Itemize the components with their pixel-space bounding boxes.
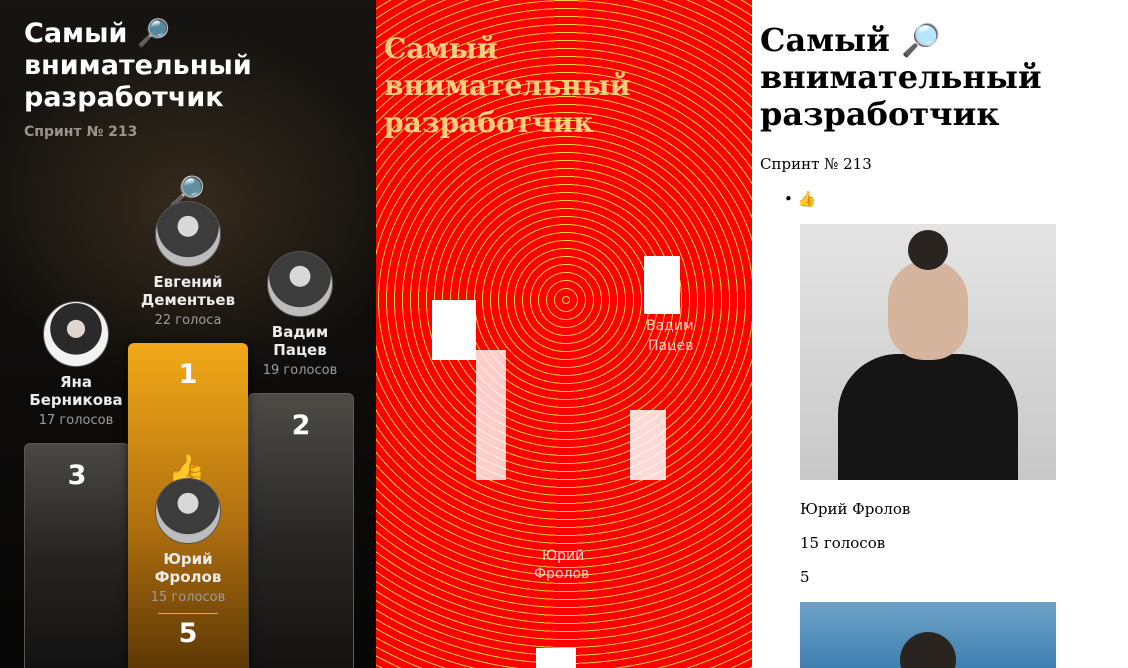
diff-region	[476, 350, 506, 480]
diff-title-line: разработчик	[384, 106, 594, 139]
current-user-votes: 15 голосов	[150, 590, 226, 605]
photo-hair	[900, 632, 956, 668]
diff-panel: Самый внимательный разработчик Вадим Пац…	[376, 0, 752, 668]
doc-user-rank: 5	[800, 568, 810, 586]
diff-ghost-text: Пацев	[648, 338, 694, 354]
doc-subtitle: Спринт № 213	[760, 155, 872, 173]
diff-region	[630, 410, 666, 480]
winner-name: Вадим Пацев	[271, 323, 329, 359]
avatar	[155, 478, 221, 544]
diff-ghost-text: Юрий	[542, 548, 585, 564]
winner-1[interactable]: Евгений Дементьев 22 голоса	[128, 201, 248, 328]
winner-votes: 17 голосов	[38, 413, 114, 428]
winner-name: Евгений Дементьев	[140, 273, 236, 309]
pedestal-2: 2	[248, 393, 354, 668]
winner-votes: 19 голосов	[262, 363, 338, 378]
winner-votes: 22 голоса	[154, 313, 222, 328]
diff-ghost-text: Вадим	[646, 318, 694, 334]
leaderboard-panel: Самый 🔎 внимательный разработчик Спринт …	[0, 0, 376, 668]
photo-body	[838, 354, 1018, 480]
doc-list-item: • 👍	[784, 190, 817, 208]
rank-number: 3	[67, 460, 87, 491]
current-user-name: Юрий Фролов	[154, 550, 222, 586]
rank-number: 2	[291, 410, 311, 441]
avatar	[267, 251, 333, 317]
sprint-subtitle: Спринт № 213	[24, 124, 138, 140]
avatar	[155, 201, 221, 267]
winner-2[interactable]: Вадим Пацев 19 голосов	[248, 251, 352, 378]
doc-user-name: Юрий Фролов	[800, 500, 911, 518]
diff-ghost-text: Фролов	[534, 566, 590, 582]
user-photo	[800, 224, 1056, 480]
winner-name: Яна Берникова	[29, 373, 123, 409]
avatar	[43, 301, 109, 367]
page-title: Самый 🔎 внимательный разработчик	[24, 18, 252, 113]
photo-head	[888, 260, 968, 360]
diff-title-line: внимательный	[384, 69, 631, 102]
divider	[158, 613, 218, 614]
diff-region	[536, 648, 576, 668]
document-panel: Самый 🔎 внимательный разработчик Спринт …	[752, 0, 1128, 668]
diff-region	[644, 256, 680, 314]
photo-hair	[908, 230, 948, 270]
current-user-rank: 5	[178, 618, 198, 649]
pedestal-3: 3	[24, 443, 130, 668]
next-user-photo	[800, 602, 1056, 668]
diff-title-line: Самый	[384, 32, 498, 65]
doc-title: Самый 🔎 внимательный разработчик	[760, 21, 1042, 133]
rank-number: 1	[178, 359, 198, 390]
thumbs-up-icon: 👍	[797, 190, 817, 208]
winner-3[interactable]: Яна Берникова 17 голосов	[24, 301, 128, 428]
diff-region	[432, 300, 476, 360]
diff-ghost-title: Самый внимательный разработчик	[384, 30, 724, 141]
current-user[interactable]: Юрий Фролов 15 голосов	[128, 478, 248, 605]
doc-user-votes: 15 голосов	[800, 534, 886, 552]
